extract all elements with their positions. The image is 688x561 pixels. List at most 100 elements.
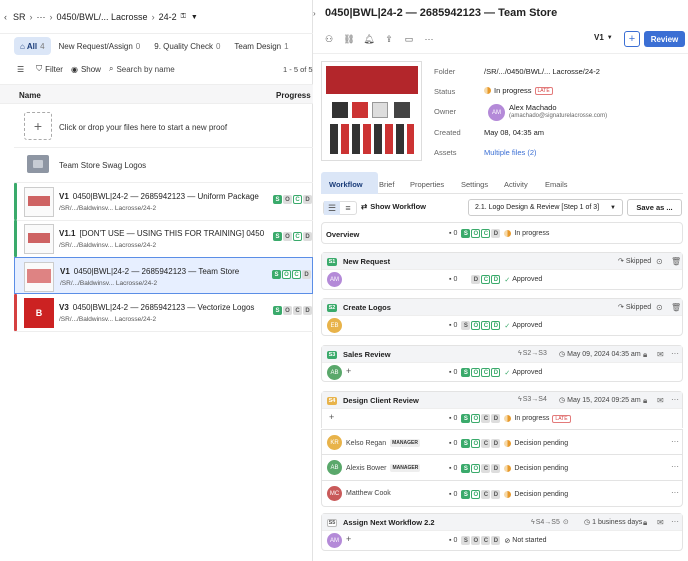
lock-icon[interactable]: 🔒︎ [643,518,647,528]
step-deadline: ◷ May 15, 2024 09:25 am [559,396,641,405]
version-select[interactable]: V1 ▼ [594,33,613,42]
search-icon: ⌕ [108,64,114,73]
owner-email: (amachado@signaturelacrosse.com) [509,113,608,119]
file-name: [DON'T USE — USING THIS FOR TRAINING] 04… [79,229,264,238]
tab-brief[interactable]: Brief [379,176,394,193]
tab-activity[interactable]: Activity [504,176,528,193]
comment-icon: ▪ [449,440,452,447]
trash-icon[interactable]: 🗑︎ [671,257,681,266]
breadcrumb-parent[interactable]: 0450/BWL/... Lacrosse [57,12,148,22]
in-progress-icon [504,415,512,422]
step-status: ▪ 0 DCD ✓ Approved [449,275,543,284]
clock-icon: ◷ [584,519,591,526]
file-path: /SR/.../Baldwinsv... Lacrosse/24-2 [59,205,157,212]
folder-row[interactable]: Team Store Swag Logos [14,147,313,183]
step-number: S5 [327,519,337,527]
add-reviewer-icon[interactable]: + [346,534,351,544]
add-reviewer-icon[interactable]: + [329,412,334,422]
clock-icon: ◷ [559,351,566,358]
pending-icon [504,491,512,498]
breadcrumb-root[interactable]: SR [13,12,26,22]
status-value: In progress LATE [484,86,553,95]
more-icon[interactable]: ··· [671,395,679,404]
mail-icon[interactable]: ✉ [657,518,664,527]
file-thumbnail [24,224,54,254]
play-icon[interactable]: ⊙ [656,257,663,266]
step-status: ▪ 0 SOCD ⊘ Not started [449,536,547,545]
avatar: AB [327,365,342,380]
column-progress[interactable]: Progress [276,91,311,100]
list-view-icon[interactable]: ☰ [324,201,340,215]
upload-icon[interactable]: ⇪ [381,32,397,46]
step-number: S1 [327,258,337,266]
more-icon[interactable]: ··· [421,32,437,46]
show-button[interactable]: Show [81,65,101,74]
tab-emails[interactable]: Emails [545,176,568,193]
not-started-icon: ⊘ [504,537,511,545]
compact-view-icon[interactable]: ≡ [340,201,356,215]
file-thumbnail [24,262,54,292]
list-view-icon[interactable]: ☰ [17,65,24,74]
tab-properties[interactable]: Properties [410,176,444,193]
tab-new-request[interactable]: New Request/Assign 0 [53,37,147,55]
bell-icon[interactable]: 🔔︎ [361,32,377,46]
step-badges: SOCD [273,306,313,315]
upload-label: Click or drop your files here to start a… [59,123,228,132]
proof-preview-image[interactable] [321,61,422,161]
more-icon[interactable]: ··· [671,437,679,446]
action-toolbar: ⚇ ⛓ 🔔︎ ⇪ ▭ ··· [321,32,437,46]
check-icon: ✓ [504,322,511,330]
more-icon[interactable]: ··· [671,462,679,471]
version-label: V1 [60,267,70,276]
file-thumbnail [24,187,54,217]
lock-icon[interactable]: 🔒︎ [643,350,647,360]
step-title: Create Logos [343,303,391,312]
step-transition: ϟ S2→S3 [518,350,547,357]
more-icon[interactable]: ··· [671,488,679,497]
folder-link[interactable]: /SR/.../0450/BWL/... Lacrosse/24-2 [484,67,600,76]
in-progress-icon [484,87,491,94]
file-row[interactable]: B V3 0450|BWL|24-2 — 2685942123 — Vectori… [14,294,313,332]
breadcrumb-current[interactable]: 24-2 [159,12,177,22]
back-chevron-icon[interactable]: ‹ [4,12,7,22]
tab-workflow[interactable]: Workflow [329,176,363,193]
search-input[interactable]: Search by name [116,65,174,74]
comment-icon: ▪ [449,369,452,376]
lock-icon[interactable]: 🔒︎ [643,396,647,406]
breadcrumb-ellipsis[interactable]: ··· [37,12,46,22]
filter-button[interactable]: Filter [45,65,63,74]
collapse-chevron-icon[interactable]: › [313,9,316,18]
show-workflow-button[interactable]: ⇄ Show Workflow [361,202,426,211]
add-user-icon[interactable]: ⚇ [321,32,337,46]
tab-settings[interactable]: Settings [461,176,488,193]
workflow-select[interactable]: 2.1. Logo Design & Review [Step 1 of 3] ▼ [468,199,623,216]
play-icon[interactable]: ⊙ [656,303,663,312]
save-as-button[interactable]: Save as ... [627,199,682,216]
overview-row: Overview ▪ 0 SOCD In progress [321,222,683,244]
assets-link[interactable]: Multiple files (2) [484,148,537,157]
folder-icon[interactable]: ▭ [401,32,417,46]
chevron-right-icon: › [151,12,155,22]
column-name[interactable]: Name [19,91,41,100]
review-button[interactable]: Review [644,31,685,47]
more-icon[interactable]: ··· [671,517,679,526]
link-icon[interactable]: ⛓ [341,32,357,46]
add-reviewer-icon[interactable]: + [346,366,351,376]
add-version-button[interactable]: + [624,31,640,47]
upload-row[interactable]: + Click or drop your files here to start… [14,107,313,147]
tab-team-design[interactable]: Team Design 1 [228,37,294,55]
chevron-down-icon: ▼ [610,204,616,211]
mail-icon[interactable]: ✉ [657,396,664,405]
mail-icon[interactable]: ✉ [657,350,664,359]
reviewer-status: ▪ 0 SOCD Decision pending [449,439,569,448]
file-row-selected[interactable]: V1 0450|BWL|24-2 — 2685942123 — Team Stor… [14,257,313,294]
tab-all[interactable]: ⌂ All 4 [14,37,51,55]
more-icon[interactable]: ··· [671,349,679,358]
caret-down-icon[interactable]: ▼ [191,14,198,21]
tab-quality-check[interactable]: 9. Quality Check 0 [148,37,226,55]
file-row[interactable]: V1.1 [DON'T USE — USING THIS FOR TRAINING… [14,220,313,258]
step-status: ▪ 0 SOCD In progress LATE [449,414,571,423]
file-row[interactable]: V1 0450|BWL|24-2 — 2685942123 — Uniform P… [14,183,313,221]
file-name: 0450|BWL|24-2 — 2685942123 — Uniform Pac… [72,192,259,201]
trash-icon[interactable]: 🗑︎ [671,303,681,312]
